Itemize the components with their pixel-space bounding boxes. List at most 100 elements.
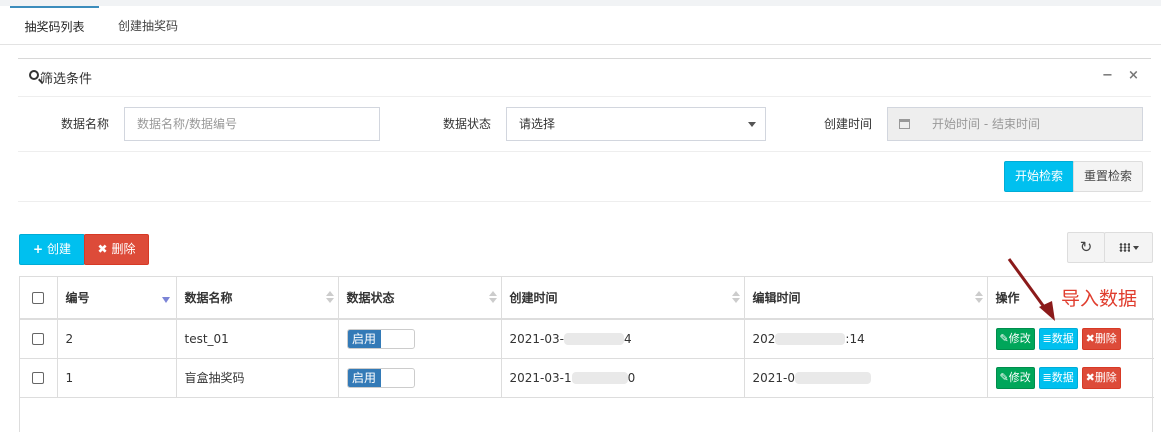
tab-code-list[interactable]: 抽奖码列表 [10, 6, 99, 45]
cell-created: 2021-03- 4 [501, 319, 745, 359]
time-label: 创建时间 [824, 117, 873, 131]
name-label: 数据名称 [61, 117, 110, 131]
row-delete-label: 删除 [1094, 331, 1117, 345]
col-edited-label: 编辑时间 [752, 291, 801, 305]
delete-label: 删除 [111, 242, 136, 256]
created-text: 2021-03-1 [509, 370, 572, 385]
row-checkbox-cell [20, 319, 58, 359]
annotation-arrow [1007, 258, 1055, 321]
sort-desc-icon [161, 297, 170, 303]
table-row: 1 盲盒抽奖码 启用 2021-03-1 0 2021-0 ✎修改 ≣数据 ✖删除 [20, 358, 1154, 398]
col-status[interactable]: 数据状态 [338, 277, 502, 320]
cell-status: 启用 [338, 319, 502, 359]
times-icon: ✖ [1085, 370, 1095, 384]
cell-id: 1 [57, 358, 177, 398]
redacted [571, 372, 628, 384]
filter-panel-header: 筛选条件 − × [18, 59, 1151, 97]
col-id[interactable]: 编号 [57, 277, 177, 320]
edit-button[interactable]: ✎修改 [995, 366, 1035, 389]
col-created[interactable]: 创建时间 [501, 277, 745, 320]
cell-created: 2021-03-1 0 [501, 358, 745, 398]
select-all-checkbox[interactable] [32, 292, 44, 304]
divider [18, 201, 1151, 202]
col-created-label: 创建时间 [509, 291, 558, 305]
cell-status: 启用 [338, 358, 502, 398]
search-button[interactable]: 开始检索 [1004, 161, 1074, 192]
chevron-down-icon [1132, 245, 1139, 250]
created-text: 2021-03- [509, 331, 564, 346]
search-icon [29, 70, 39, 80]
edit-button[interactable]: ✎修改 [995, 327, 1035, 350]
status-label: 数据状态 [443, 117, 492, 131]
database-icon: ≣ [1042, 370, 1052, 384]
close-icon[interactable]: × [1128, 68, 1139, 83]
refresh-icon: ↻ [1079, 238, 1093, 256]
row-checkbox[interactable] [32, 372, 44, 384]
edited-text: :14 [845, 331, 865, 346]
col-name-label: 数据名称 [184, 291, 233, 305]
tab-bar: 抽奖码列表 创建抽奖码 [0, 6, 1161, 45]
row-checkbox[interactable] [32, 333, 44, 346]
data-button[interactable]: ≣数据 [1038, 366, 1078, 389]
edited-text: 2021-0 [752, 370, 796, 385]
calendar-icon [899, 119, 910, 129]
columns-button[interactable] [1104, 232, 1153, 263]
cell-name: 盲盒抽奖码 [176, 358, 339, 398]
col-status-label: 数据状态 [346, 291, 395, 305]
annotation-label: 导入数据 [1061, 288, 1138, 310]
status-toggle-label: 启用 [347, 329, 381, 348]
chevron-down-icon [748, 122, 756, 127]
data-button[interactable]: ≣数据 [1038, 327, 1078, 350]
created-text: 4 [623, 331, 632, 346]
filter-title: 筛选条件 [40, 72, 93, 87]
row-delete-button[interactable]: ✖删除 [1081, 327, 1121, 350]
plus-icon: + [33, 242, 44, 256]
status-select-value: 请选择 [519, 117, 556, 131]
status-toggle[interactable]: 启用 [346, 367, 415, 388]
status-select[interactable]: 请选择 [506, 107, 766, 141]
status-toggle[interactable]: 启用 [346, 328, 415, 349]
row-delete-button[interactable]: ✖删除 [1081, 366, 1121, 389]
delete-button[interactable]: ✖ 删除 [84, 234, 149, 265]
edit-icon: ✎ [999, 331, 1009, 345]
cell-id: 2 [57, 319, 177, 359]
date-range-input[interactable]: 开始时间 - 结束时间 [920, 107, 1143, 141]
name-input[interactable]: 数据名称/数据编号 [124, 107, 380, 141]
status-toggle-label: 启用 [347, 368, 381, 387]
redacted [795, 372, 872, 384]
redacted [563, 333, 624, 346]
edit-icon: ✎ [999, 370, 1009, 384]
data-table: 编号 数据名称 数据状态 创建时间 编辑时间 操作 2 test_01 启用 2… [19, 276, 1154, 432]
redacted [775, 333, 846, 346]
minimize-icon[interactable]: − [1102, 68, 1113, 83]
col-edited[interactable]: 编辑时间 [744, 277, 988, 320]
table-header-row: 编号 数据名称 数据状态 创建时间 编辑时间 操作 [20, 277, 1154, 320]
reset-button[interactable]: 重置检索 [1073, 161, 1143, 192]
calendar-addon [887, 107, 921, 141]
edit-label: 修改 [1008, 370, 1031, 384]
times-icon: ✖ [97, 242, 108, 256]
select-all-checkbox-cell [20, 277, 58, 320]
table-row: 2 test_01 启用 2021-03- 4 202 :14 ✎修改 ≣数据 ✖删… [20, 319, 1154, 359]
tab-create-code[interactable]: 创建抽奖码 [108, 6, 188, 45]
edit-label: 修改 [1008, 331, 1031, 345]
columns-icon [1118, 243, 1130, 252]
create-button[interactable]: + 创建 [19, 234, 85, 265]
database-icon: ≣ [1042, 331, 1052, 345]
cell-name: test_01 [176, 319, 339, 359]
cell-edited: 202 :14 [744, 319, 988, 359]
created-text: 0 [627, 370, 636, 385]
row-checkbox-cell [20, 358, 58, 398]
cell-actions: ✎修改 ≣数据 ✖删除 [987, 358, 1154, 398]
col-id-label: 编号 [65, 291, 90, 305]
divider [18, 151, 1151, 152]
create-label: 创建 [46, 242, 71, 256]
col-name[interactable]: 数据名称 [176, 277, 339, 320]
edited-text: 202 [752, 331, 776, 346]
times-icon: ✖ [1085, 331, 1095, 345]
data-label: 数据 [1051, 331, 1074, 345]
row-delete-label: 删除 [1094, 370, 1117, 384]
refresh-button[interactable]: ↻ [1067, 232, 1105, 263]
cell-edited: 2021-0 [744, 358, 988, 398]
data-label: 数据 [1051, 370, 1074, 384]
